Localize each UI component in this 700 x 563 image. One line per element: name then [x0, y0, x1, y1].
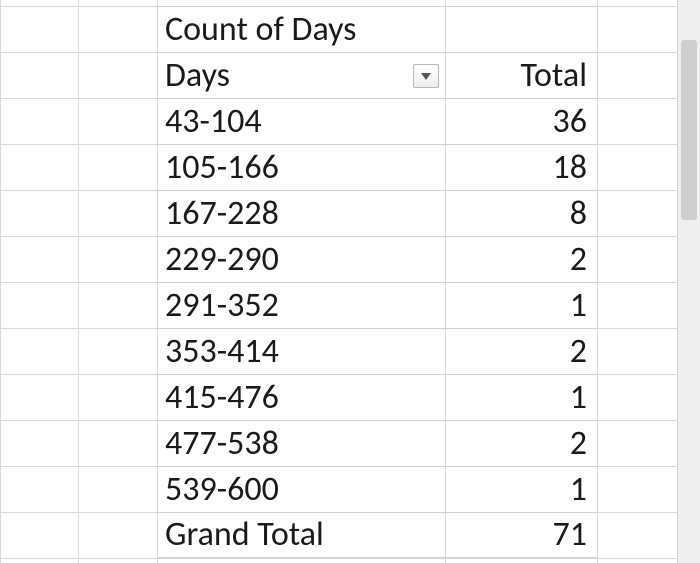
row-label: 105-166: [157, 151, 445, 185]
pivot-title: Count of Days: [157, 13, 445, 47]
chevron-down-icon: [420, 71, 432, 81]
scrollbar-thumb[interactable]: [681, 40, 697, 220]
spreadsheet-sheet: Count of Days Days Total 43-104 36 105-1…: [0, 0, 700, 563]
row-label: 167-228: [157, 197, 445, 231]
row-label: 539-600: [157, 473, 445, 507]
table-row: 477-538 2: [157, 420, 597, 466]
table-row: 229-290 2: [157, 236, 597, 282]
row-value: 1: [445, 473, 597, 507]
pivot-table: Count of Days Days Total 43-104 36 105-1…: [157, 6, 597, 558]
filter-dropdown-button[interactable]: [413, 64, 439, 88]
row-value: 1: [445, 289, 597, 323]
grand-total-label: Grand Total: [157, 518, 445, 552]
row-label: 43-104: [157, 105, 445, 139]
vertical-scrollbar[interactable]: [677, 0, 700, 563]
table-row: 43-104 36: [157, 98, 597, 144]
row-label: 353-414: [157, 335, 445, 369]
grand-total-value: 71: [445, 518, 597, 552]
pivot-row-field-header[interactable]: Days: [157, 59, 445, 93]
row-value: 2: [445, 427, 597, 461]
table-row: 291-352 1: [157, 282, 597, 328]
table-row: 353-414 2: [157, 328, 597, 374]
pivot-row-field-label: Days: [165, 55, 230, 96]
table-row: 539-600 1: [157, 466, 597, 512]
row-value: 8: [445, 197, 597, 231]
table-row: 167-228 8: [157, 190, 597, 236]
row-value: 2: [445, 243, 597, 277]
row-label: 291-352: [157, 289, 445, 323]
pivot-title-row: Count of Days: [157, 6, 597, 52]
row-label: 229-290: [157, 243, 445, 277]
row-label: 415-476: [157, 381, 445, 415]
table-row: 105-166 18: [157, 144, 597, 190]
row-value: 2: [445, 335, 597, 369]
pivot-header-row: Days Total: [157, 52, 597, 98]
row-value: 18: [445, 151, 597, 185]
grand-total-row: Grand Total 71: [157, 512, 597, 558]
pivot-value-header: Total: [445, 59, 597, 93]
row-label: 477-538: [157, 427, 445, 461]
row-value: 36: [445, 105, 597, 139]
row-value: 1: [445, 381, 597, 415]
table-row: 415-476 1: [157, 374, 597, 420]
